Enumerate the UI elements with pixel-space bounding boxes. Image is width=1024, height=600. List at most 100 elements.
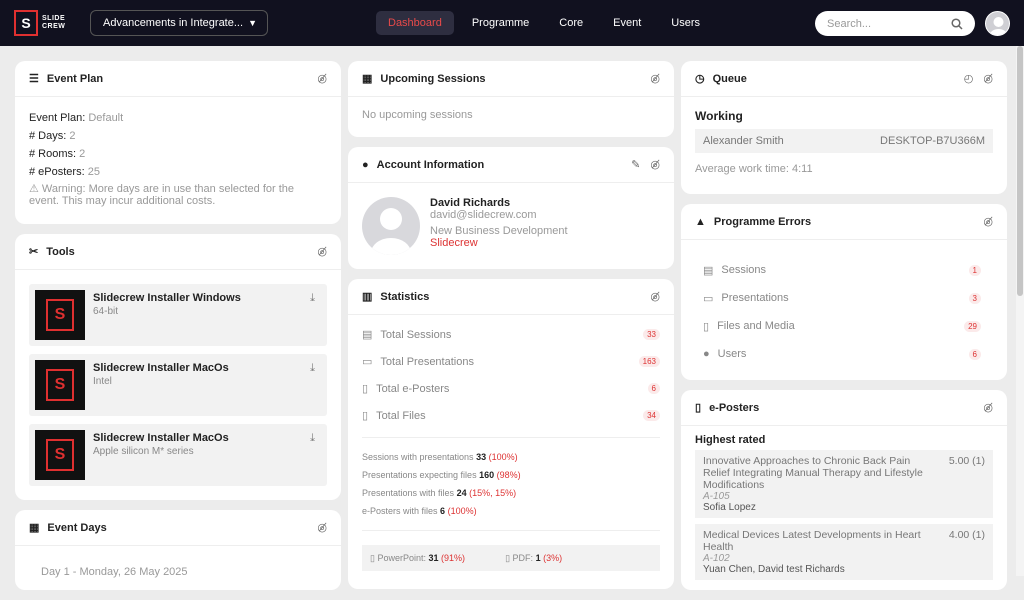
scrollbar-thumb[interactable] [1017, 46, 1023, 296]
upcoming-title: Upcoming Sessions [380, 72, 486, 85]
download-icon[interactable]: ⤓ [310, 292, 315, 305]
event-day-item[interactable]: Day 1 - Monday, 26 May 2025 [15, 546, 341, 578]
tools-icon: ✂ [29, 246, 39, 258]
hide-icon[interactable]: ◎̸ [983, 401, 993, 414]
errors-title: Programme Errors [713, 215, 812, 228]
error-row[interactable]: ● Users 6 [695, 340, 993, 368]
search-placeholder: Search... [827, 17, 872, 30]
main-nav: Dashboard Programme Core Event Users [376, 11, 712, 35]
hide-icon[interactable]: ◎̸ [650, 290, 660, 303]
upcoming-sessions-card: ▦ Upcoming Sessions ◎̸ No upcoming sessio… [348, 61, 674, 137]
event-plan-card: ☰ Event Plan ◎̸ Event Plan: Default # Day… [15, 61, 341, 224]
stat-detail: Presentations expecting files 160 (98%) [362, 470, 521, 480]
download-icon[interactable]: ⤓ [310, 432, 315, 445]
poster-item[interactable]: Innovative Approaches to Chronic Back Pa… [695, 450, 993, 518]
search-icon[interactable] [951, 17, 963, 30]
eposters-card: ▯ e-Posters ◎̸ Highest rated Innovative A… [681, 390, 1007, 590]
eposters-subtitle: Highest rated [695, 434, 766, 446]
stat-row[interactable]: ▯ Total Files 34 [362, 402, 660, 429]
tool-item[interactable]: S Slidecrew Installer Windows 64-bit ⤓ [29, 284, 327, 346]
account-company[interactable]: Slidecrew [430, 237, 568, 249]
tool-sub: Apple silicon M* series [93, 446, 194, 457]
sessions-icon: ▤ [703, 264, 714, 277]
hide-icon[interactable]: ◎̸ [983, 215, 993, 228]
hide-icon[interactable]: ◎̸ [317, 521, 327, 534]
tool-item[interactable]: S Slidecrew Installer MacOs Intel ⤓ [29, 354, 327, 416]
error-row[interactable]: ▭ Presentations 3 [695, 284, 993, 312]
stat-row[interactable]: ▯ Total e-Posters 6 [362, 375, 660, 402]
nav-dashboard[interactable]: Dashboard [376, 11, 454, 35]
tool-item[interactable]: S Slidecrew Installer MacOs Apple silicon… [29, 424, 327, 486]
slidecrew-logo[interactable]: S SLIDE CREW [14, 9, 78, 37]
hide-icon[interactable]: ◎̸ [983, 72, 993, 85]
powerpoint-icon: ▯ [370, 553, 375, 563]
top-bar: S SLIDE CREW Advancements in Integrate..… [0, 0, 1024, 46]
eposters-title: e-Posters [709, 401, 760, 414]
event-select[interactable]: Advancements in Integrate... ▼ [90, 10, 268, 36]
sliders-icon: ☰ [29, 73, 39, 85]
account-title: Account Information [376, 158, 485, 171]
calendar-icon: ▦ [362, 73, 373, 85]
rooms-label: # Rooms: [29, 148, 77, 160]
statistics-card: ▥ Statistics ◎̸ ▤ Total Sessions 33 ▭ Total … [348, 279, 674, 589]
nav-programme[interactable]: Programme [460, 11, 541, 35]
programme-errors-card: ▲ Programme Errors ◎̸ ▤ Sessions 1 ▭ Present… [681, 204, 1007, 380]
statistics-title: Statistics [380, 290, 430, 303]
hide-icon[interactable]: ◎̸ [650, 158, 660, 171]
hide-icon[interactable]: ◎̸ [650, 72, 660, 85]
stat-count: 163 [638, 356, 660, 367]
poster-icon: ▯ [362, 383, 369, 395]
event-select-value: Advancements in Integrate... [103, 17, 244, 29]
file-icon: ▯ [703, 320, 710, 333]
stat-count: 6 [647, 383, 660, 394]
history-icon[interactable]: ◴ [964, 72, 974, 85]
account-role: New Business Development [430, 225, 568, 237]
error-row[interactable]: ▯ Files and Media 29 [695, 312, 993, 340]
days-label: # Days: [29, 130, 67, 142]
nav-core[interactable]: Core [547, 11, 595, 35]
presentation-icon: ▭ [362, 356, 373, 368]
bar-chart-icon: ▥ [362, 291, 373, 303]
account-info-card: ● Account Information ✎ ◎̸ David Richards … [348, 147, 674, 269]
stat-count: 34 [643, 410, 660, 421]
queue-user: Alexander Smith [703, 135, 784, 147]
user-avatar[interactable] [985, 11, 1010, 36]
slidecrew-app-icon: S [35, 290, 85, 340]
stat-detail: e-Posters with files 6 (100%) [362, 506, 477, 516]
stat-row[interactable]: ▤ Total Sessions 33 [362, 321, 660, 348]
account-email: david@slidecrew.com [430, 209, 537, 221]
hide-icon[interactable]: ◎̸ [317, 72, 327, 85]
tool-name: Slidecrew Installer Windows [93, 292, 241, 304]
chevron-down-icon: ▼ [248, 18, 257, 28]
poster-item[interactable]: Medical Devices Latest Developments in H… [695, 524, 993, 580]
pdf-icon: ▯ [505, 553, 511, 563]
tools-title: Tools [46, 245, 75, 258]
sessions-icon: ▤ [362, 329, 373, 341]
queue-machine: DESKTOP-B7U366M [880, 135, 985, 147]
download-icon[interactable]: ⤓ [310, 362, 315, 375]
tools-card: ✂ Tools ◎̸ S Slidecrew Installer Windows 6… [15, 234, 341, 500]
queue-item[interactable]: Alexander Smith DESKTOP-B7U366M [695, 129, 993, 153]
stat-detail: Presentations with files 24 (15%, 15%) [362, 488, 517, 498]
slidecrew-app-icon: S [35, 360, 85, 410]
eposters-value: 25 [87, 166, 100, 178]
edit-icon[interactable]: ✎ [631, 158, 640, 171]
search-input[interactable]: Search... [815, 11, 975, 36]
user-icon: ● [362, 158, 369, 171]
event-days-title: Event Days [47, 521, 107, 534]
queue-average: Average work time: 4:11 [695, 163, 813, 175]
eposters-label: # ePosters: [29, 166, 85, 178]
slidecrew-app-icon: S [35, 430, 85, 480]
stat-row[interactable]: ▭ Total Presentations 163 [362, 348, 660, 375]
pdf-stat: ▯ PDF: 1 (3%) [505, 553, 563, 563]
hide-icon[interactable]: ◎̸ [317, 245, 327, 258]
column-middle: ▦ Upcoming Sessions ◎̸ No upcoming sessio… [348, 61, 674, 599]
nav-users[interactable]: Users [659, 11, 712, 35]
error-row[interactable]: ▤ Sessions 1 [695, 256, 993, 284]
queue-title: Queue [712, 72, 747, 85]
column-right: ◷ Queue ◴ ◎̸ Working Alexander Smith DESKT… [681, 61, 1007, 600]
nav-event[interactable]: Event [601, 11, 653, 35]
clock-icon: ◷ [695, 73, 705, 85]
upcoming-empty: No upcoming sessions [362, 109, 473, 121]
page-scrollbar[interactable] [1016, 46, 1024, 576]
